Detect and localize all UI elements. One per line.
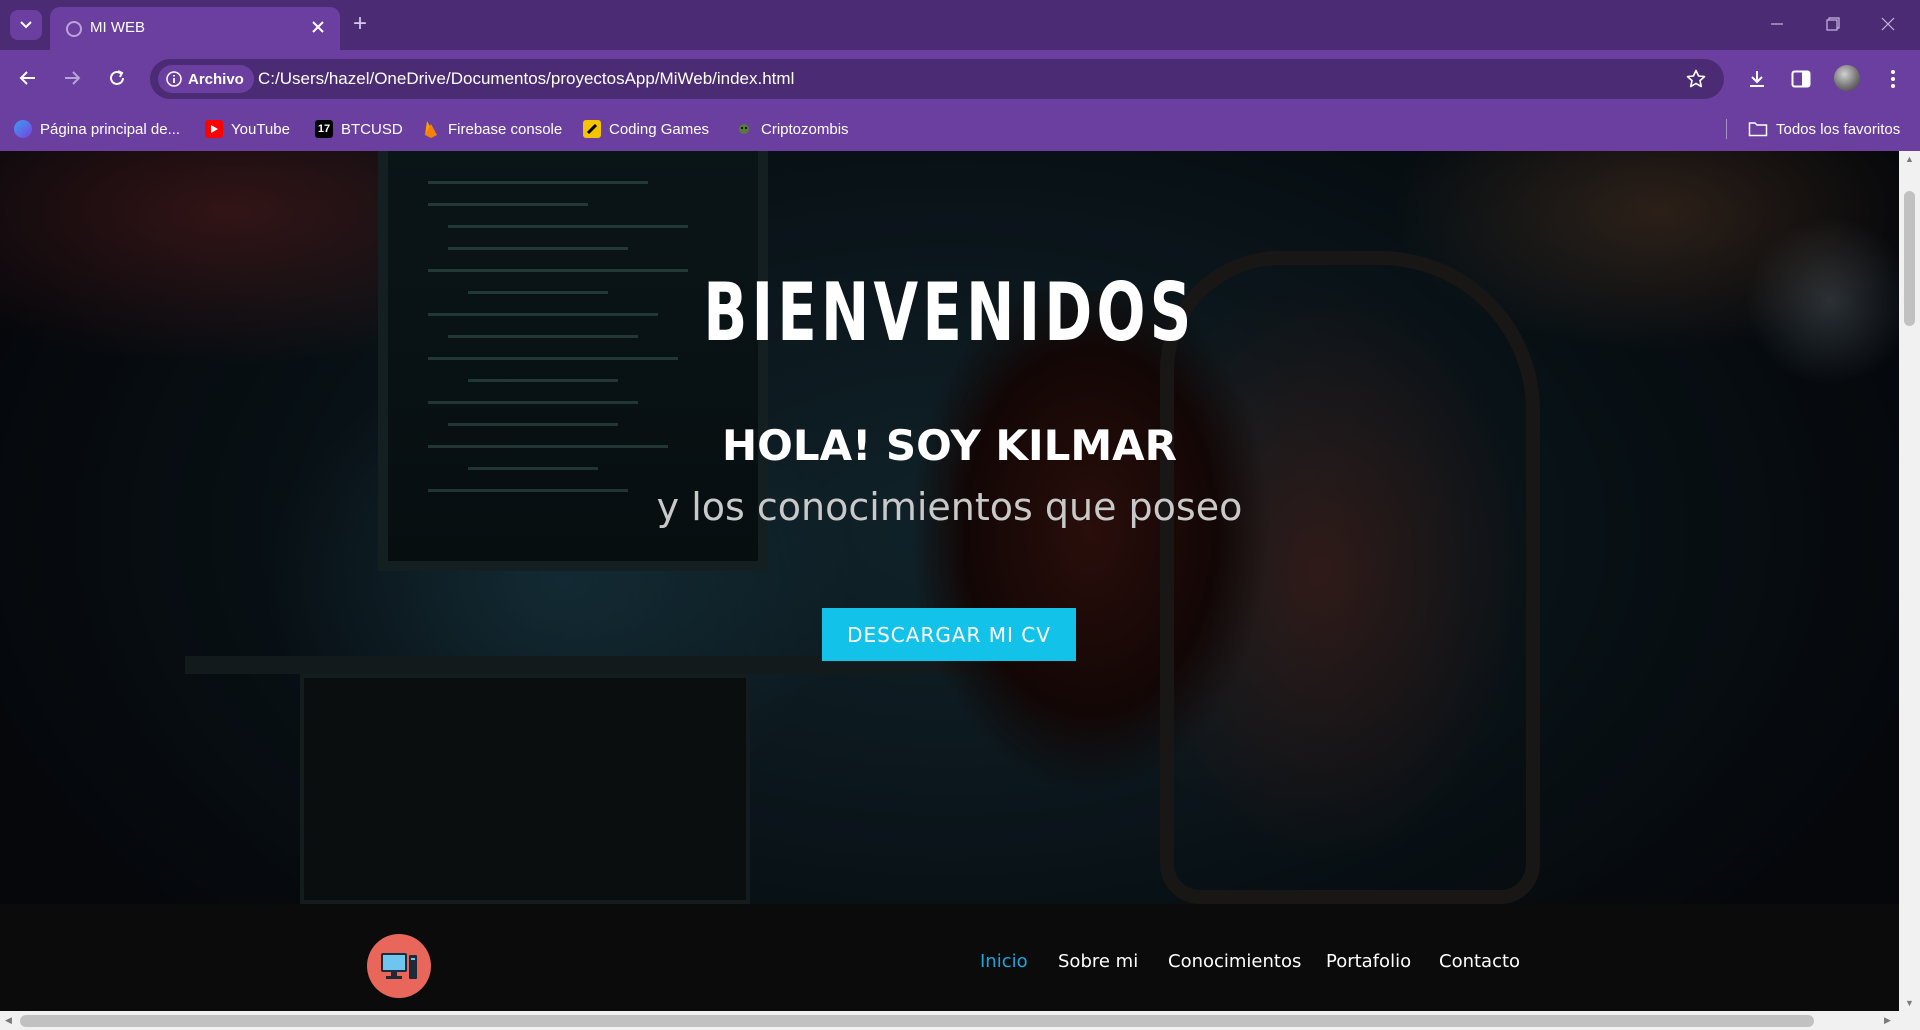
horizontal-scrollbar[interactable]: ◀ ▶: [0, 1011, 1920, 1030]
address-bar[interactable]: Archivo C:/Users/hazel/OneDrive/Document…: [150, 59, 1724, 99]
reload-icon: [110, 70, 124, 85]
tradingview-icon: 17: [315, 120, 333, 138]
scroll-up-arrow-icon[interactable]: ▲: [1905, 154, 1914, 164]
back-button[interactable]: [12, 62, 44, 94]
minimize-icon: [1771, 23, 1783, 25]
bookmark-label: Página principal de...: [40, 120, 181, 138]
active-tab[interactable]: MI WEB: [50, 7, 340, 50]
close-tab-button[interactable]: [308, 17, 328, 37]
coding-games-icon: [583, 120, 601, 138]
browser-menu-button[interactable]: [1878, 64, 1908, 94]
download-icon: [1750, 71, 1764, 87]
new-tab-button[interactable]: +: [353, 12, 367, 36]
bookmark-item[interactable]: 17 BTCUSD: [315, 118, 403, 140]
minimize-button[interactable]: [1762, 12, 1792, 36]
arrow-left-icon: [19, 71, 35, 85]
close-window-button[interactable]: [1873, 12, 1903, 36]
scroll-down-arrow-icon[interactable]: ▼: [1905, 998, 1914, 1008]
downloads-button[interactable]: [1742, 64, 1772, 94]
url-text[interactable]: C:/Users/hazel/OneDrive/Documentos/proye…: [258, 69, 794, 89]
close-icon: [1881, 17, 1895, 31]
hero-greeting: HOLA! SOY KILMAR: [722, 421, 1177, 470]
page-viewport: BIENVENIDOS HOLA! SOY KILMAR y los conoc…: [0, 151, 1899, 1011]
bookmarks-divider: [1726, 119, 1727, 139]
vertical-scrollbar[interactable]: ▲ ▼: [1899, 151, 1920, 1011]
reload-button[interactable]: [101, 62, 133, 94]
scroll-left-arrow-icon[interactable]: ◀: [5, 1015, 12, 1026]
download-cv-button[interactable]: DESCARGAR MI CV: [822, 608, 1076, 661]
bookmarks-bar: Página principal de... YouTube 17 BTCUSD…: [0, 107, 1920, 151]
nav-link-inicio[interactable]: Inicio: [980, 951, 1028, 972]
browser-toolbar: Archivo C:/Users/hazel/OneDrive/Document…: [0, 50, 1920, 107]
star-icon: [1686, 69, 1706, 88]
vertical-scroll-thumb[interactable]: [1904, 191, 1915, 326]
tab-strip: MI WEB +: [0, 0, 1920, 50]
bookmark-label: YouTube: [231, 120, 290, 138]
bookmark-label: BTCUSD: [341, 120, 403, 138]
bookmark-label: Criptozombis: [761, 120, 849, 138]
bookmark-item[interactable]: Página principal de...: [14, 118, 180, 140]
info-icon: [166, 71, 182, 87]
site-info-chip[interactable]: Archivo: [158, 65, 254, 93]
nav-link-conocimientos[interactable]: Conocimientos: [1168, 951, 1301, 972]
site-chip-label: Archivo: [188, 70, 244, 88]
forward-button[interactable]: [56, 62, 88, 94]
chevron-down-icon: [20, 21, 32, 29]
bookmark-star-button[interactable]: [1684, 67, 1708, 91]
side-panel-icon: [1791, 70, 1811, 88]
bookmark-item[interactable]: Coding Games: [583, 118, 709, 140]
hero-subtitle: y los conocimientos que poseo: [656, 485, 1243, 529]
tab-title: MI WEB: [90, 19, 145, 36]
bookmark-label: Coding Games: [609, 120, 710, 138]
bookmark-label: Firebase console: [448, 120, 563, 138]
restore-button[interactable]: [1818, 12, 1848, 36]
horizontal-scroll-thumb[interactable]: [20, 1015, 1814, 1027]
arrow-right-icon: [65, 71, 81, 85]
nav-link-sobre-mi[interactable]: Sobre mi: [1058, 951, 1138, 972]
folder-icon: [1748, 122, 1768, 137]
nav-link-contacto[interactable]: Contacto: [1439, 951, 1520, 972]
bookmark-item[interactable]: Firebase console: [422, 118, 562, 140]
restore-icon: [1826, 17, 1840, 31]
bookmark-item[interactable]: Criptozombis: [735, 118, 849, 140]
side-panel-button[interactable]: [1786, 64, 1816, 94]
site-logo[interactable]: [367, 934, 431, 998]
hero-section: BIENVENIDOS HOLA! SOY KILMAR y los conoc…: [0, 151, 1899, 904]
youtube-icon: [205, 120, 223, 138]
scroll-right-arrow-icon[interactable]: ▶: [1884, 1015, 1891, 1026]
site-navbar: Inicio Sobre mi Conocimientos Portafolio…: [0, 904, 1899, 1011]
profile-avatar[interactable]: [1834, 65, 1860, 91]
tab-search-button[interactable]: [10, 10, 42, 40]
computer-icon: [381, 953, 417, 979]
all-bookmarks-button[interactable]: Todos los favoritos: [1748, 118, 1900, 140]
close-icon: [312, 21, 324, 33]
globe-icon: [66, 21, 82, 37]
all-bookmarks-label: Todos los favoritos: [1776, 120, 1901, 138]
edge-icon: [14, 120, 32, 138]
nav-link-portafolio[interactable]: Portafolio: [1326, 951, 1411, 972]
bookmark-item[interactable]: YouTube: [205, 118, 290, 140]
zombie-icon: [735, 120, 753, 138]
hero-title: BIENVENIDOS: [703, 266, 1196, 359]
firebase-icon: [422, 120, 440, 138]
more-vertical-icon: [1891, 70, 1895, 88]
